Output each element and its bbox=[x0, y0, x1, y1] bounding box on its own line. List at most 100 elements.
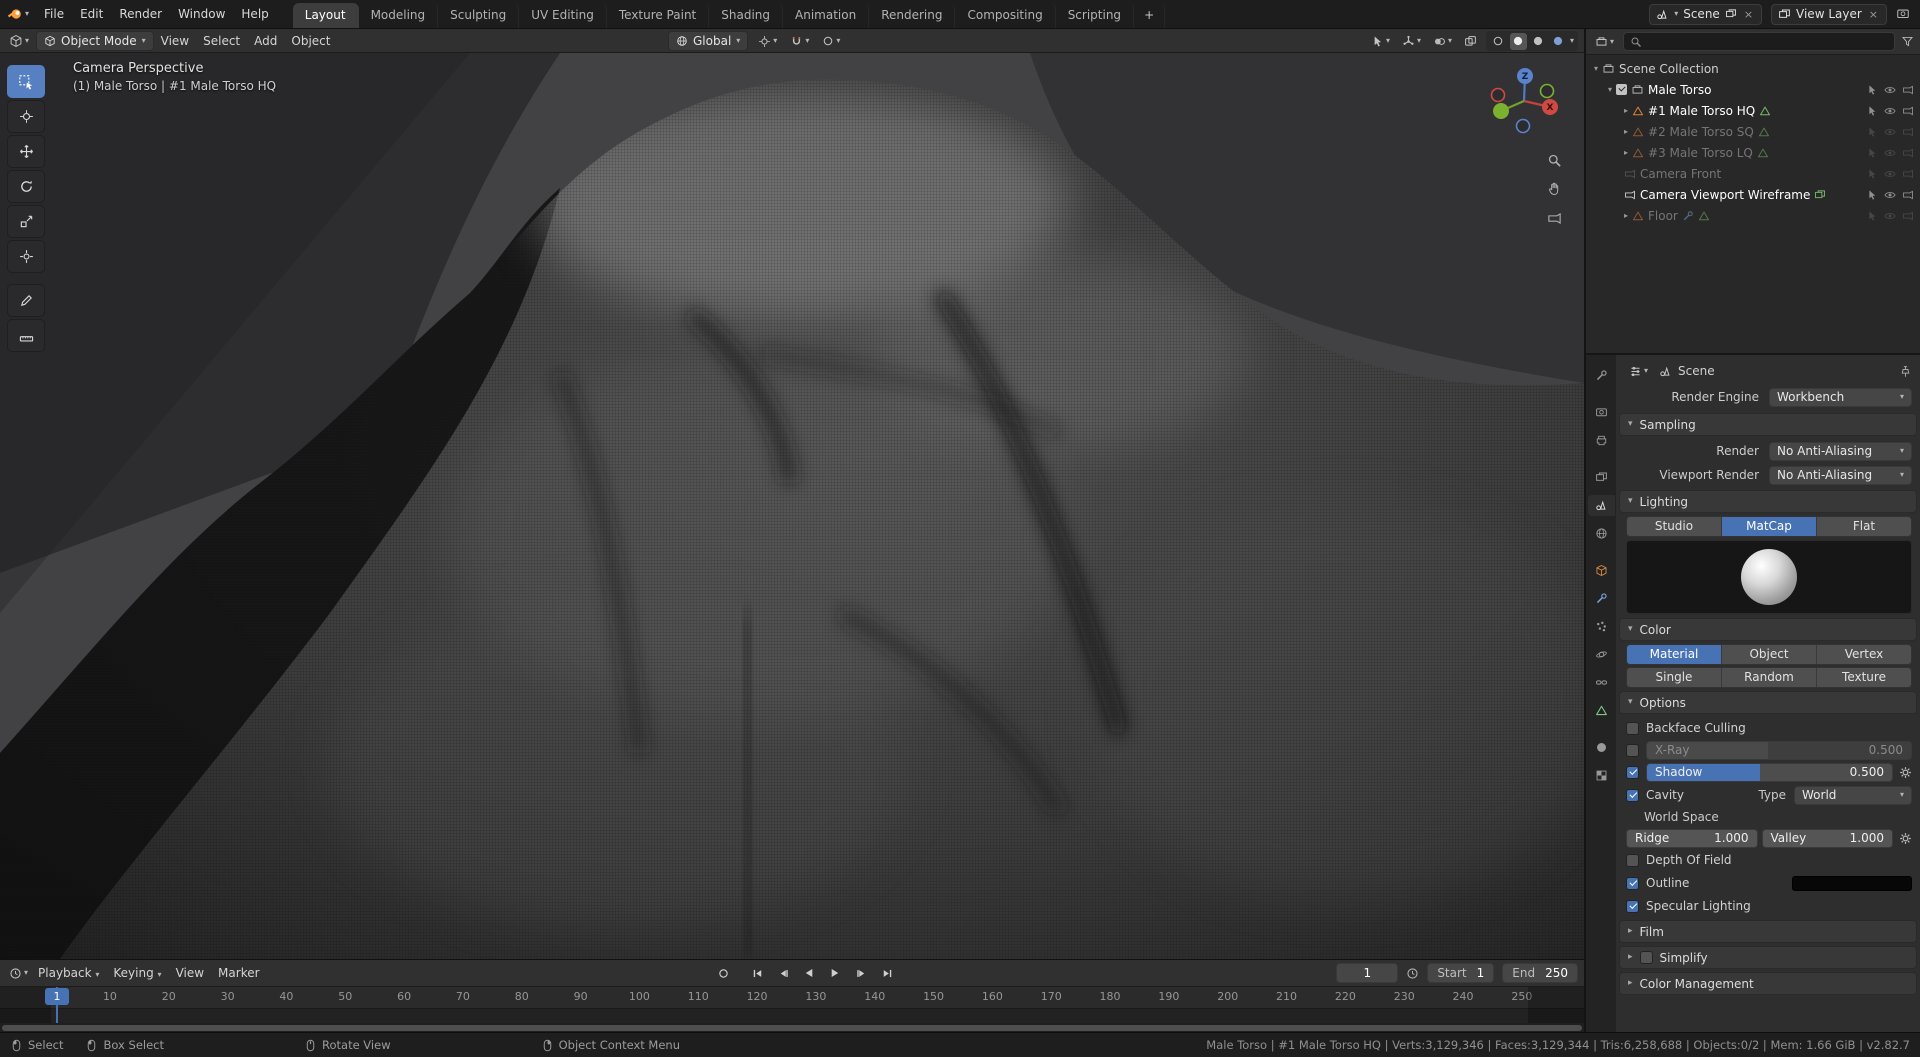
outliner-row-scene-collection[interactable]: ▾ Scene Collection bbox=[1586, 58, 1920, 79]
selectable-icon[interactable] bbox=[1866, 168, 1878, 180]
sampling-render-dropdown[interactable]: No Anti-Aliasing ▾ bbox=[1769, 441, 1912, 461]
tool-annotate[interactable] bbox=[7, 284, 45, 317]
use-preview-range-clock-icon[interactable] bbox=[1406, 967, 1419, 980]
play-button[interactable] bbox=[824, 964, 846, 983]
cavity-type-dropdown[interactable]: World ▾ bbox=[1794, 785, 1912, 805]
selectable-icon[interactable] bbox=[1866, 147, 1878, 159]
outliner-search-input[interactable] bbox=[1646, 34, 1888, 49]
object-type-visibility-dropdown[interactable]: ▾ bbox=[1368, 35, 1393, 48]
render-visibility-icon[interactable] bbox=[1902, 126, 1914, 138]
remove-view-layer-button[interactable]: × bbox=[1867, 8, 1880, 21]
hide-eye-icon[interactable] bbox=[1884, 126, 1896, 138]
properties-tab-scene[interactable] bbox=[1587, 495, 1615, 516]
properties-tab-physics[interactable] bbox=[1588, 644, 1615, 665]
properties-tab-modifiers[interactable] bbox=[1588, 588, 1615, 609]
hide-eye-icon[interactable] bbox=[1884, 147, 1896, 159]
blender-app-menu[interactable]: ▾ bbox=[0, 6, 36, 22]
workspace-tab-sculpting[interactable]: Sculpting bbox=[438, 3, 520, 28]
xray-slider[interactable]: X-Ray 0.500 bbox=[1646, 740, 1912, 760]
current-frame-field[interactable]: 1 bbox=[1336, 963, 1399, 983]
timeline-track[interactable] bbox=[0, 1008, 1584, 1023]
workspace-tab-modeling[interactable]: Modeling bbox=[359, 3, 439, 28]
timeline-menu-keying[interactable]: Keying ▾ bbox=[106, 966, 168, 980]
outliner-row-floor[interactable]: ▸ Floor bbox=[1586, 205, 1920, 226]
render-visibility-icon[interactable] bbox=[1902, 189, 1914, 201]
outliner-row-camera-front[interactable]: Camera Front bbox=[1586, 163, 1920, 184]
workspace-tab-uv-editing[interactable]: UV Editing bbox=[519, 3, 607, 28]
color-texture-button[interactable]: Texture bbox=[1817, 668, 1911, 687]
color-material-button[interactable]: Material bbox=[1627, 645, 1722, 664]
hide-eye-icon[interactable] bbox=[1884, 168, 1896, 180]
playhead[interactable]: 1 bbox=[45, 987, 69, 1023]
backface-culling-checkbox[interactable] bbox=[1626, 721, 1639, 735]
menu-help[interactable]: Help bbox=[233, 0, 276, 28]
play-reverse-button[interactable] bbox=[798, 964, 820, 983]
ridge-slider[interactable]: Ridge 1.000 bbox=[1626, 828, 1758, 848]
snap-toggle[interactable]: ▾ bbox=[787, 35, 812, 48]
matcap-sphere[interactable] bbox=[1741, 549, 1797, 605]
matcap-preview[interactable]: ⇄ bbox=[1626, 540, 1912, 614]
next-keyframe-button[interactable] bbox=[850, 964, 872, 983]
viewport-menu-add[interactable]: Add bbox=[247, 34, 284, 48]
outliner-row-torso-sq[interactable]: ▸ #2 Male Torso SQ bbox=[1586, 121, 1920, 142]
workspace-tab-compositing[interactable]: Compositing bbox=[955, 3, 1056, 28]
selectable-icon[interactable] bbox=[1866, 189, 1878, 201]
add-workspace-button[interactable]: + bbox=[1134, 3, 1166, 28]
properties-tab-material[interactable] bbox=[1588, 737, 1615, 758]
hide-eye-icon[interactable] bbox=[1884, 210, 1896, 222]
render-visibility-icon[interactable] bbox=[1902, 147, 1914, 159]
tool-select-box[interactable] bbox=[7, 65, 45, 98]
properties-editor-type-selector[interactable]: ▾ bbox=[1626, 365, 1651, 378]
viewport-menu-object[interactable]: Object bbox=[284, 34, 337, 48]
jump-to-start-button[interactable] bbox=[746, 964, 768, 983]
pan-hand-icon[interactable] bbox=[1547, 181, 1562, 196]
tool-scale[interactable] bbox=[7, 205, 45, 238]
workspace-tab-shading[interactable]: Shading bbox=[709, 3, 783, 28]
section-film[interactable]: ▸ Film bbox=[1619, 920, 1917, 943]
timeline-menu-playback[interactable]: Playback ▾ bbox=[31, 966, 106, 980]
shading-material-button[interactable] bbox=[1530, 33, 1547, 50]
workspace-tab-animation[interactable]: Animation bbox=[783, 3, 870, 28]
tool-transform[interactable] bbox=[7, 240, 45, 273]
jump-to-end-button[interactable] bbox=[876, 964, 898, 983]
selectable-icon[interactable] bbox=[1866, 210, 1878, 222]
sampling-viewport-dropdown[interactable]: No Anti-Aliasing ▾ bbox=[1769, 465, 1912, 485]
mode-dropdown[interactable]: Object Mode ▾ bbox=[36, 30, 154, 51]
selectable-icon[interactable] bbox=[1866, 126, 1878, 138]
menu-render[interactable]: Render bbox=[111, 0, 170, 28]
render-visibility-icon[interactable] bbox=[1902, 168, 1914, 180]
new-scene-icon[interactable] bbox=[1725, 8, 1737, 20]
editor-type-selector[interactable]: ▾ bbox=[6, 34, 32, 48]
timeline-menu-view[interactable]: View bbox=[169, 966, 211, 980]
lighting-matcap-button[interactable]: MatCap bbox=[1722, 517, 1817, 536]
tool-measure[interactable] bbox=[7, 319, 45, 352]
frame-start-field[interactable]: Start 1 bbox=[1427, 963, 1495, 983]
timeline-ruler[interactable]: 1102030405060708090100110120130140150160… bbox=[0, 987, 1584, 1008]
simplify-checkbox[interactable] bbox=[1639, 951, 1653, 964]
pivot-point-dropdown[interactable]: ▾ bbox=[755, 35, 780, 48]
shading-solid-button[interactable] bbox=[1509, 32, 1527, 50]
timeline-scrollbar-thumb[interactable] bbox=[2, 1025, 1582, 1031]
render-visibility-icon[interactable] bbox=[1902, 210, 1914, 222]
tool-cursor[interactable] bbox=[7, 100, 45, 133]
valley-slider[interactable]: Valley 1.000 bbox=[1761, 828, 1893, 848]
timeline-menu-marker[interactable]: Marker bbox=[211, 966, 266, 980]
shadow-slider[interactable]: Shadow 0.500 bbox=[1646, 762, 1893, 782]
lighting-studio-button[interactable]: Studio bbox=[1627, 517, 1722, 536]
section-lighting[interactable]: ▾ Lighting bbox=[1619, 490, 1917, 513]
navigation-gizmo[interactable]: Z X bbox=[1478, 55, 1570, 147]
timeline-editor-type-selector[interactable]: ▾ bbox=[6, 967, 31, 980]
pin-icon[interactable] bbox=[1899, 365, 1912, 378]
menu-edit[interactable]: Edit bbox=[72, 0, 111, 28]
properties-tab-texture[interactable] bbox=[1588, 765, 1615, 786]
unlink-scene-button[interactable]: × bbox=[1742, 8, 1755, 21]
selectable-icon[interactable] bbox=[1866, 105, 1878, 117]
section-color-management[interactable]: ▸ Color Management bbox=[1619, 972, 1917, 995]
properties-tab-output[interactable] bbox=[1588, 430, 1615, 451]
workspace-tab-layout[interactable]: Layout bbox=[292, 3, 359, 28]
properties-tab-object[interactable] bbox=[1588, 560, 1615, 581]
specular-lighting-checkbox[interactable] bbox=[1626, 899, 1639, 913]
workspace-tab-texture-paint[interactable]: Texture Paint bbox=[607, 3, 710, 28]
properties-tab-constraints[interactable] bbox=[1588, 672, 1615, 693]
shading-wireframe-button[interactable] bbox=[1490, 33, 1507, 50]
